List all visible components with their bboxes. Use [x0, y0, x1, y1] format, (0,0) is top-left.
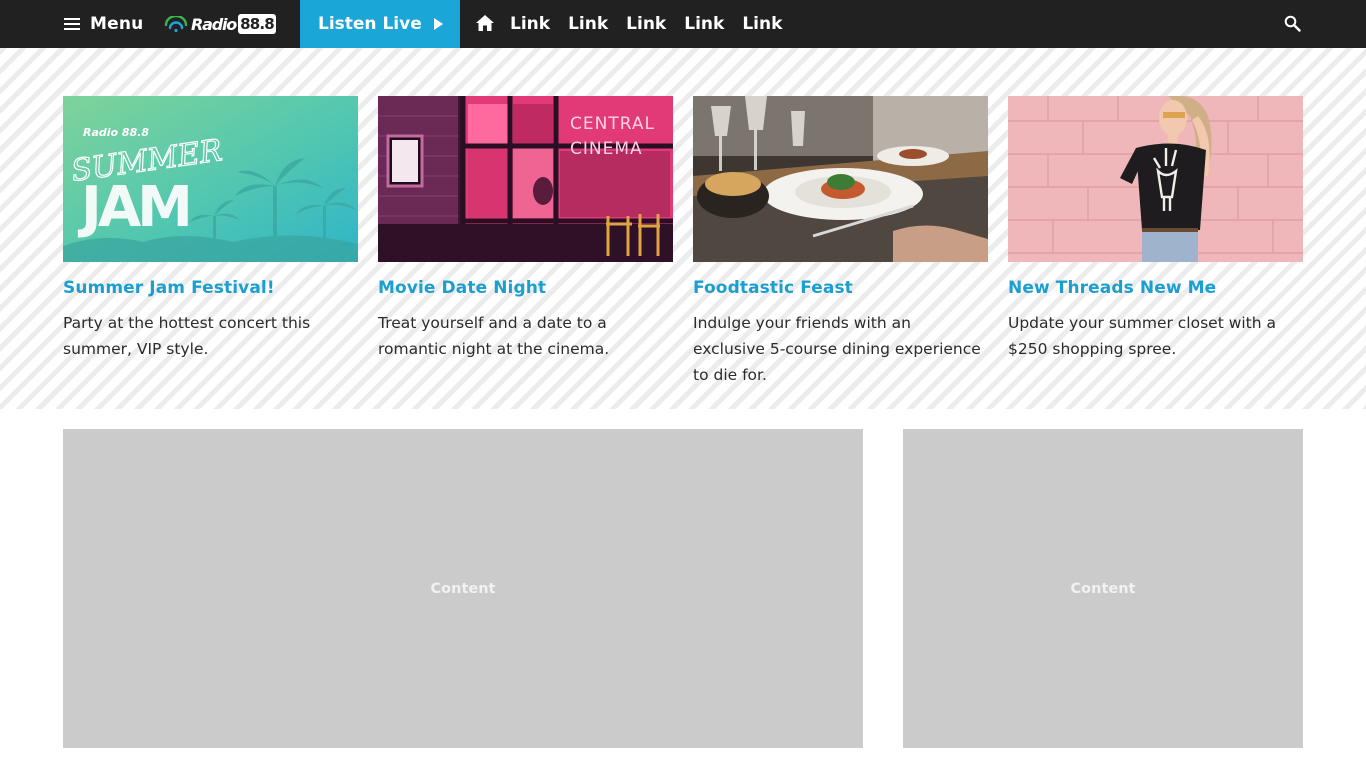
poster-logo-text: Radio 88.8: [83, 126, 149, 139]
sidebar-content-placeholder: Content: [903, 429, 1303, 748]
featured-contests-band: Radio 88.8 SUMMER JAM Summer Jam Festiva…: [0, 48, 1366, 409]
card-description: Treat yourself and a date to a romantic …: [378, 314, 610, 358]
card-title[interactable]: Foodtastic Feast: [693, 278, 988, 298]
foodtastic-image[interactable]: [693, 96, 988, 262]
listen-live-button[interactable]: Listen Live: [300, 0, 460, 48]
logo-wordmark: Radio: [191, 14, 237, 34]
site-logo[interactable]: Radio 88.8: [163, 12, 276, 36]
poster-jam-text: JAM: [77, 175, 189, 240]
home-icon[interactable]: [476, 15, 494, 31]
dining-photo: [693, 96, 988, 262]
summer-jam-poster: Radio 88.8 SUMMER JAM: [63, 96, 358, 262]
contest-card-foodtastic: Foodtastic Feast Indulge your friends wi…: [693, 96, 988, 388]
listen-live-label: Listen Live: [318, 14, 422, 34]
logo-frequency: 88.8: [238, 14, 276, 34]
nav-link-5[interactable]: Link: [742, 14, 782, 34]
cinema-sign-line2: CINEMA: [570, 139, 643, 159]
main-content-placeholder: Content: [63, 429, 863, 748]
fashion-photo: [1008, 96, 1303, 262]
card-description: Indulge your friends with an exclusive 5…: [693, 314, 981, 384]
contest-card-movie-date: CENTRAL CINEMA Movie Date Night Treat yo…: [378, 96, 673, 362]
nav-link-3[interactable]: Link: [626, 14, 666, 34]
nav-link-4[interactable]: Link: [684, 14, 724, 34]
nav-link-2[interactable]: Link: [568, 14, 608, 34]
play-icon: [433, 18, 443, 30]
contest-card-new-threads: New Threads New Me Update your summer cl…: [1008, 96, 1303, 362]
new-threads-image[interactable]: [1008, 96, 1303, 262]
hamburger-icon: [64, 18, 80, 30]
cinema-sign-line1: CENTRAL: [570, 114, 655, 134]
card-description: Party at the hottest concert this summer…: [63, 314, 311, 358]
menu-label: Menu: [90, 14, 144, 34]
cinema-photo: CENTRAL CINEMA: [378, 96, 673, 262]
movie-date-image[interactable]: CENTRAL CINEMA: [378, 96, 673, 262]
top-nav-bar: Menu Radio 88.8 Listen Live Link Link Li…: [0, 0, 1366, 48]
menu-button[interactable]: Menu: [64, 0, 143, 48]
card-title[interactable]: Summer Jam Festival!: [63, 278, 358, 298]
card-description: Update your summer closet with a $250 sh…: [1008, 314, 1277, 358]
nav-links: Link Link Link Link Link: [510, 0, 800, 48]
card-title[interactable]: New Threads New Me: [1008, 278, 1303, 298]
nav-link-1[interactable]: Link: [510, 14, 550, 34]
main-content-label: Content: [430, 580, 496, 597]
search-icon[interactable]: [1284, 15, 1301, 32]
sidebar-content-label: Content: [1070, 580, 1136, 597]
contest-card-summer-jam: Radio 88.8 SUMMER JAM Summer Jam Festiva…: [63, 96, 358, 362]
summer-jam-image[interactable]: Radio 88.8 SUMMER JAM: [63, 96, 358, 262]
radio-waves-icon: [164, 16, 188, 32]
card-title[interactable]: Movie Date Night: [378, 278, 673, 298]
